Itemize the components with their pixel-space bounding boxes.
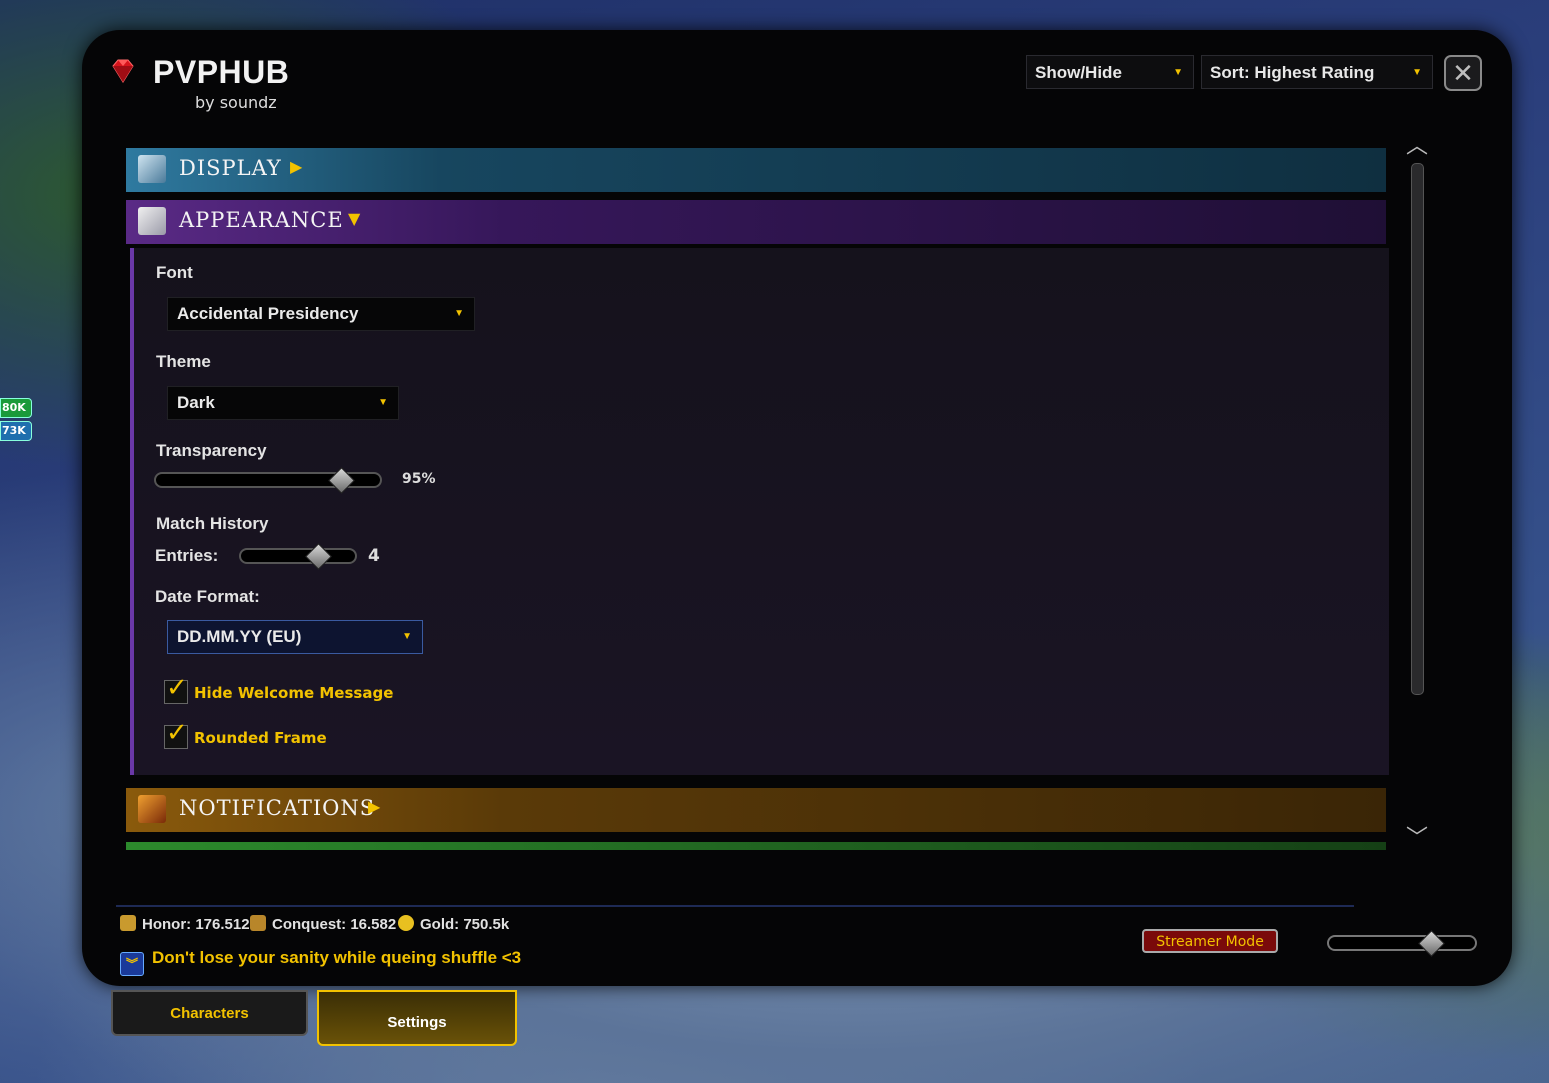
- dragon-icon: [138, 795, 166, 823]
- show-hide-label: Show/Hide: [1035, 63, 1122, 82]
- power-bar: 73K: [0, 421, 32, 441]
- chevron-right-icon: ▶: [368, 797, 382, 816]
- scroll-up-icon[interactable]: ︿: [1406, 128, 1428, 160]
- app-subtitle: by soundz: [195, 93, 277, 112]
- unit-frame[interactable]: 80K 73K: [0, 398, 32, 441]
- show-hide-dropdown[interactable]: Show/Hide ▼: [1026, 55, 1194, 89]
- rounded-frame-checkbox[interactable]: ✓: [164, 718, 188, 749]
- honor-value: Honor: 176.512: [142, 916, 250, 933]
- streamer-mode-button[interactable]: Streamer Mode: [1142, 929, 1278, 953]
- transparency-label: Transparency: [156, 441, 267, 460]
- close-button[interactable]: ✕: [1444, 55, 1482, 91]
- scale-slider[interactable]: [1327, 930, 1477, 957]
- section-next-header[interactable]: [126, 842, 1386, 850]
- health-bar: 80K: [0, 398, 32, 418]
- dropdown-arrow-icon: ▼: [1412, 67, 1422, 78]
- honor-icon: [120, 915, 136, 931]
- entries-value: 4: [368, 546, 380, 566]
- sort-dropdown[interactable]: Sort: Highest Rating ▼: [1201, 55, 1433, 89]
- tip-text: Don't lose your sanity while queing shuf…: [152, 948, 522, 967]
- transparency-slider[interactable]: [154, 467, 382, 494]
- tab-characters[interactable]: Characters: [111, 990, 308, 1036]
- entries-label: Entries:: [155, 546, 219, 565]
- slider-thumb[interactable]: [305, 543, 332, 570]
- slider-thumb[interactable]: [1418, 930, 1445, 957]
- appearance-panel: Font Accidental Presidency ▼ Theme Dark …: [130, 248, 1389, 775]
- section-notifications-header[interactable]: NOTIFICATIONS ▶: [126, 788, 1386, 832]
- tab-settings[interactable]: Settings: [317, 990, 517, 1046]
- dropdown-arrow-icon: ▼: [378, 397, 388, 408]
- scroll-down-icon[interactable]: ﹀: [1406, 820, 1428, 852]
- display-icon: [138, 155, 166, 183]
- dropdown-arrow-icon: ▼: [1173, 67, 1183, 78]
- conquest-icon: [250, 915, 266, 931]
- chevron-badge-icon: ︾: [120, 952, 144, 976]
- slider-thumb[interactable]: [328, 467, 355, 494]
- dropdown-arrow-icon: ▼: [454, 308, 464, 319]
- date-format-label: Date Format:: [155, 587, 260, 606]
- theme-dropdown[interactable]: Dark ▼: [167, 386, 399, 420]
- chevron-down-icon: ▼: [348, 209, 362, 228]
- chevron-right-icon: ▶: [290, 157, 304, 176]
- footer-divider: [116, 905, 1354, 907]
- tip-message: ︾ Don't lose your sanity while queing shu…: [120, 948, 521, 976]
- gold-coin-icon: [398, 915, 414, 931]
- hide-welcome-checkbox[interactable]: ✓: [164, 673, 188, 704]
- theme-label: Theme: [156, 352, 211, 371]
- close-icon: ✕: [1452, 59, 1474, 89]
- pvphub-window: PVPHUB by soundz Show/Hide ▼ Sort: Highe…: [82, 30, 1512, 986]
- section-appearance-header[interactable]: APPEARANCE ▼: [126, 200, 1386, 244]
- gold-stat: Gold: 750.5k: [398, 915, 509, 933]
- font-dropdown[interactable]: Accidental Presidency ▼: [167, 297, 475, 331]
- rounded-frame-label: Rounded Frame: [194, 729, 327, 747]
- gold-value: Gold: 750.5k: [420, 916, 510, 933]
- entries-slider[interactable]: [239, 543, 357, 570]
- match-history-label: Match History: [156, 514, 269, 533]
- section-display-header[interactable]: DISPLAY ▶: [126, 148, 1386, 192]
- sort-label: Sort: Highest Rating: [1210, 63, 1375, 82]
- conquest-stat: Conquest: 16.582: [250, 915, 396, 933]
- section-notifications-label: NOTIFICATIONS: [179, 796, 376, 820]
- dropdown-arrow-icon: ▼: [402, 631, 412, 642]
- honor-stat: Honor: 176.512: [120, 915, 250, 933]
- transparency-value: 95%: [402, 471, 436, 487]
- section-appearance-label: APPEARANCE: [179, 208, 344, 232]
- font-label: Font: [156, 263, 193, 282]
- cards-icon: [138, 207, 166, 235]
- ruby-gem-icon: [112, 59, 134, 83]
- checkmark-icon: ✓: [166, 718, 188, 748]
- app-title: PVPHUB: [153, 54, 290, 90]
- scrollbar[interactable]: [1411, 163, 1424, 695]
- checkmark-icon: ✓: [166, 673, 188, 703]
- conquest-value: Conquest: 16.582: [272, 916, 397, 933]
- theme-value: Dark: [177, 393, 215, 412]
- date-format-value: DD.MM.YY (EU): [177, 627, 302, 646]
- hide-welcome-label: Hide Welcome Message: [194, 684, 394, 702]
- date-format-dropdown[interactable]: DD.MM.YY (EU) ▼: [167, 620, 423, 654]
- section-display-label: DISPLAY: [179, 156, 282, 180]
- font-value: Accidental Presidency: [177, 304, 359, 323]
